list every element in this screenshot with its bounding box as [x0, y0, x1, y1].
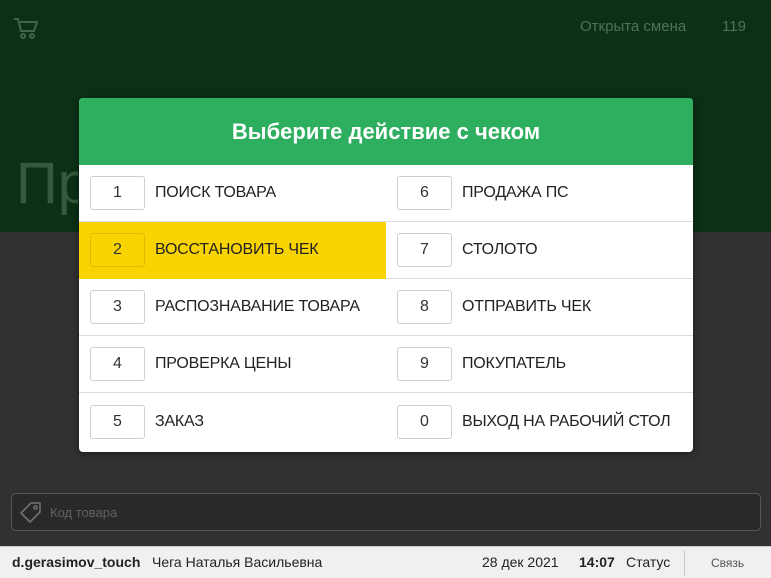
- action-column-right: 6 ПРОДАЖА ПС 7 СТОЛОТО 8 ОТПРАВИТЬ ЧЕК 9 ПОКУПА…: [386, 165, 693, 450]
- action-item[interactable]: 1 ПОИСК ТОВАРА: [79, 165, 386, 222]
- action-label: ВОССТАНОВИТЬ ЧЕК: [155, 241, 319, 258]
- action-item[interactable]: 8 ОТПРАВИТЬ ЧЕК: [386, 279, 693, 336]
- action-hotkey: 5: [90, 404, 145, 439]
- action-label: ПОИСК ТОВАРА: [155, 184, 276, 201]
- action-label: РАСПОЗНАВАНИЕ ТОВАРА: [155, 298, 360, 315]
- status-bar: d.gerasimov_touch Чега Наталья Васильевн…: [0, 546, 771, 578]
- action-label: ЗАКАЗ: [155, 412, 204, 430]
- divider: [684, 550, 685, 576]
- receipt-action-dialog: Выберите действие с чеком 1 ПОИСК ТОВАРА 2…: [79, 98, 693, 452]
- action-label: ПРОДАЖА ПС: [462, 184, 569, 201]
- action-item[interactable]: 5 ЗАКАЗ: [79, 393, 386, 450]
- action-label: ВЫХОД НА РАБОЧИЙ СТОЛ: [462, 412, 671, 430]
- action-item[interactable]: 6 ПРОДАЖА ПС: [386, 165, 693, 222]
- action-hotkey: 6: [397, 176, 452, 210]
- action-grid: 1 ПОИСК ТОВАРА 2 ВОССТАНОВИТЬ ЧЕК 3 РАСПОЗНАВ…: [79, 165, 693, 452]
- user-login: d.gerasimov_touch: [12, 554, 141, 570]
- action-hotkey: 4: [90, 347, 145, 381]
- current-date: 28 дек 2021: [482, 554, 559, 570]
- action-label: ОТПРАВИТЬ ЧЕК: [462, 298, 591, 315]
- action-label: ПРОВЕРКА ЦЕНЫ: [155, 355, 292, 372]
- action-hotkey: 9: [397, 347, 452, 381]
- action-hotkey: 3: [90, 290, 145, 324]
- action-hotkey: 8: [397, 290, 452, 324]
- action-item[interactable]: 9 ПОКУПАТЕЛЬ: [386, 336, 693, 393]
- action-item[interactable]: 4 ПРОВЕРКА ЦЕНЫ: [79, 336, 386, 393]
- current-time: 14:07: [579, 554, 615, 570]
- action-item[interactable]: 7 СТОЛОТО: [386, 222, 693, 279]
- connection-button[interactable]: Связь: [711, 556, 744, 570]
- action-label: СТОЛОТО: [462, 241, 538, 258]
- dialog-title: Выберите действие с чеком: [79, 98, 693, 165]
- action-item[interactable]: 3 РАСПОЗНАВАНИЕ ТОВАРА: [79, 279, 386, 336]
- action-label: ПОКУПАТЕЛЬ: [462, 355, 566, 372]
- action-item[interactable]: 0 ВЫХОД НА РАБОЧИЙ СТОЛ: [386, 393, 693, 450]
- cashier-name: Чега Наталья Васильевна: [152, 554, 323, 570]
- action-column-left: 1 ПОИСК ТОВАРА 2 ВОССТАНОВИТЬ ЧЕК 3 РАСПОЗНАВ…: [79, 165, 386, 450]
- action-hotkey: 1: [90, 176, 145, 210]
- action-hotkey: 7: [397, 233, 452, 267]
- action-hotkey: 2: [90, 233, 145, 267]
- action-hotkey: 0: [397, 404, 452, 439]
- status-button[interactable]: Статус: [626, 554, 670, 570]
- action-item[interactable]: 2 ВОССТАНОВИТЬ ЧЕК: [79, 222, 386, 279]
